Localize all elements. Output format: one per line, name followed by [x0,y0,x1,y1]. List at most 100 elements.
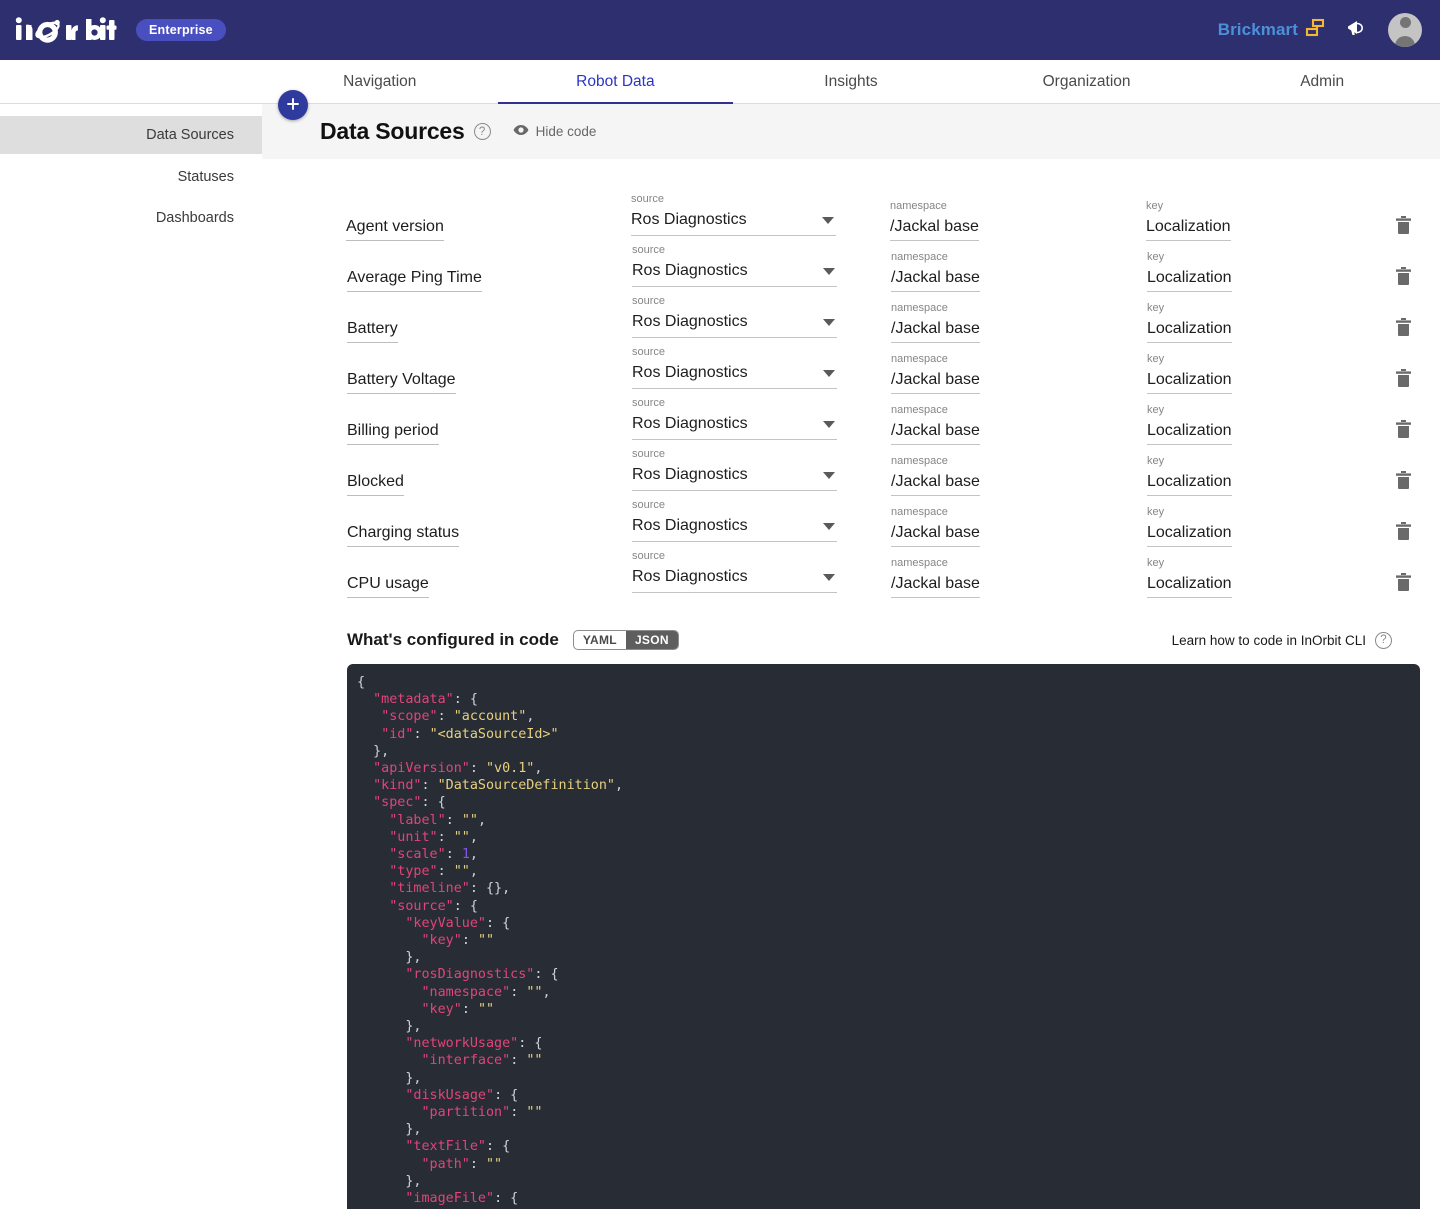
question-circle-icon[interactable]: ? [473,123,491,140]
namespace-field-label: namespace [891,455,948,467]
key-field[interactable]: key Localization [1147,353,1353,394]
trash-icon[interactable] [1386,521,1420,542]
tab-admin[interactable]: Admin [1204,60,1440,104]
trash-icon[interactable] [1386,317,1420,338]
tab-label: Organization [1042,73,1131,90]
data-source-name-field[interactable]: Battery Voltage [347,371,581,394]
namespace-field[interactable]: namespace /Jackal base [891,455,1097,496]
source-select[interactable]: source Ros Diagnostics [632,346,837,389]
data-source-name-field[interactable]: Agent version [346,218,580,241]
key-value: Localization [1147,320,1232,343]
source-select[interactable]: source Ros Diagnostics [632,295,837,338]
source-select[interactable]: source Ros Diagnostics [631,193,836,236]
source-select[interactable]: source Ros Diagnostics [632,448,837,491]
source-field-label: source [632,295,666,307]
trash-icon[interactable] [1386,215,1420,236]
key-field[interactable]: key Localization [1147,557,1353,598]
data-source-name-field[interactable]: Blocked [347,473,581,496]
megaphone-icon[interactable] [1344,17,1370,44]
code-section-title: What's configured in code [347,630,559,649]
key-value: Localization [1147,575,1232,598]
namespace-value: /Jackal base [891,524,980,547]
data-source-name-field[interactable]: Battery [347,320,581,343]
tab-organization[interactable]: Organization [969,60,1205,104]
data-source-name-field[interactable]: Average Ping Time [347,269,581,292]
tab-robot-data[interactable]: Robot Data [497,60,734,105]
key-field[interactable]: key Localization [1146,200,1352,241]
source-value: Ros Diagnostics [631,211,747,228]
key-value: Localization [1147,422,1232,445]
key-field[interactable]: key Localization [1147,506,1353,547]
chevron-down-icon [823,421,835,428]
key-value: Localization [1147,269,1232,292]
data-source-name-value: Agent version [346,218,444,241]
key-field[interactable]: key Localization [1147,302,1353,343]
namespace-field[interactable]: namespace /Jackal base [891,557,1097,598]
source-select[interactable]: source Ros Diagnostics [632,550,837,593]
brand-logo[interactable]: Enterprise [14,15,226,45]
sidebar: Data Sources Statuses Dashboards [0,104,262,1190]
tab-label: Robot Data [576,73,655,90]
key-field[interactable]: key Localization [1147,251,1353,292]
top-bar: Enterprise Brickmart [0,0,1440,60]
key-field-label: key [1147,404,1165,416]
namespace-value: /Jackal base [891,575,980,598]
source-select[interactable]: source Ros Diagnostics [632,499,837,542]
source-field-label: source [632,397,666,409]
data-source-name-field[interactable]: CPU usage [347,575,581,598]
source-select[interactable]: source Ros Diagnostics [632,397,837,440]
table-row: Agent version source Ros Diagnostics nam… [262,185,1440,241]
namespace-field-label: namespace [891,506,948,518]
data-source-name-field[interactable]: Billing period [347,422,581,445]
data-source-name-field[interactable]: Charging status [347,524,581,547]
add-data-source-button[interactable] [278,90,308,120]
hide-code-label: Hide code [535,124,597,139]
sidebar-item-statuses[interactable]: Statuses [0,158,262,196]
account-switcher[interactable]: Brickmart [1218,17,1326,44]
code-preview-block[interactable]: { "metadata": { "scope": "account", "id"… [347,664,1420,1209]
trash-icon[interactable] [1386,368,1420,389]
tab-insights[interactable]: Insights [733,60,969,104]
sidebar-item-dashboards[interactable]: Dashboards [0,199,262,237]
namespace-value: /Jackal base [891,371,980,394]
format-option-yaml[interactable]: YAML [574,631,626,649]
namespace-field[interactable]: namespace /Jackal base [891,302,1097,343]
key-field-label: key [1147,506,1165,518]
key-value: Localization [1146,218,1231,241]
namespace-field[interactable]: namespace /Jackal base [891,506,1097,547]
hide-code-toggle[interactable]: Hide code [513,124,597,139]
namespace-field-label: namespace [891,404,948,416]
learn-cli-link[interactable]: Learn how to code in InOrbit CLI ? [1171,631,1392,649]
trash-icon[interactable] [1386,572,1420,593]
data-source-name-value: Average Ping Time [347,269,482,292]
source-value: Ros Diagnostics [632,415,748,432]
trash-icon[interactable] [1386,266,1420,287]
namespace-field[interactable]: namespace /Jackal base [890,200,1096,241]
key-field[interactable]: key Localization [1147,455,1353,496]
plus-icon [286,96,300,115]
source-value: Ros Diagnostics [632,466,748,483]
key-field[interactable]: key Localization [1147,404,1353,445]
key-value: Localization [1147,371,1232,394]
sidebar-item-label: Data Sources [146,127,234,143]
source-select[interactable]: source Ros Diagnostics [632,244,837,287]
user-avatar-icon[interactable] [1388,13,1422,47]
table-row: Billing period source Ros Diagnostics na… [262,389,1440,445]
format-option-json[interactable]: JSON [625,631,678,649]
namespace-field-label: namespace [890,200,947,212]
learn-cli-label: Learn how to code in InOrbit CLI [1171,632,1366,648]
trash-icon[interactable] [1386,470,1420,491]
namespace-field-label: namespace [891,557,948,569]
key-value: Localization [1147,524,1232,547]
chevron-down-icon [823,370,835,377]
namespace-field[interactable]: namespace /Jackal base [891,353,1097,394]
question-circle-icon[interactable]: ? [1375,631,1392,649]
data-source-name-value: Battery Voltage [347,371,456,394]
namespace-field[interactable]: namespace /Jackal base [891,404,1097,445]
sidebar-item-data-sources[interactable]: Data Sources [0,116,262,154]
key-field-label: key [1147,251,1165,263]
namespace-field[interactable]: namespace /Jackal base [891,251,1097,292]
trash-icon[interactable] [1386,419,1420,440]
tab-label: Navigation [343,73,417,90]
